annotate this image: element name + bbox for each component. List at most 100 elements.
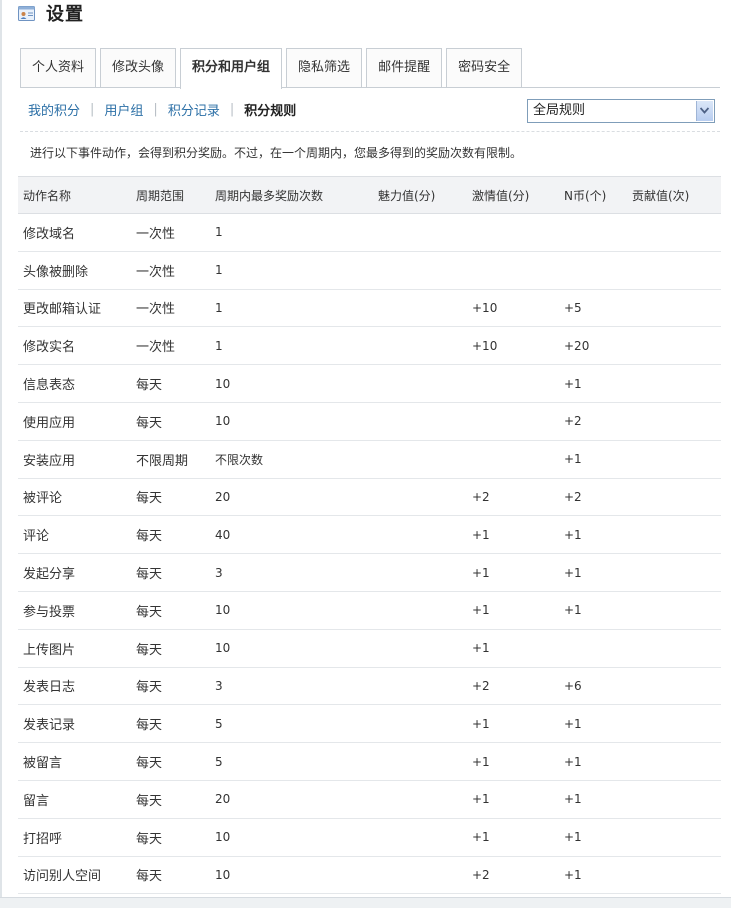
page-header: 设置 — [18, 0, 84, 26]
cell-passion: +1 — [472, 603, 490, 618]
table-row: 修改域名 一次性 1 — [18, 214, 721, 252]
cell-n-coins: +1 — [564, 716, 582, 731]
cell-n-coins: +20 — [564, 338, 590, 353]
cell-cycle: 每天 — [136, 793, 163, 809]
cell-n-coins: +6 — [564, 678, 582, 693]
sub-navigation: 我的积分 | 用户组 | 积分记录 | 积分规则 — [28, 99, 296, 119]
chevron-down-icon[interactable] — [696, 101, 713, 121]
cell-cycle: 每天 — [136, 604, 163, 620]
profile-card-icon — [18, 5, 35, 21]
col-n-coins: N币(个) — [564, 188, 607, 203]
cell-action-name: 信息表态 — [23, 378, 76, 394]
cell-cycle: 不限周期 — [136, 453, 189, 469]
table-row: 打招呼 每天 10 +1 +1 — [18, 819, 721, 857]
cell-passion: +1 — [472, 716, 490, 731]
cell-passion: +1 — [472, 641, 490, 656]
cell-cycle: 每天 — [136, 378, 163, 394]
cell-action-name: 头像被删除 — [23, 264, 89, 280]
subnav-credit-rules[interactable]: 积分规则 — [244, 100, 296, 119]
tab-profile[interactable]: 个人资料 — [20, 48, 97, 87]
table-row: 修改实名 一次性 1 +10 +20 — [18, 327, 721, 366]
subnav-credit-log[interactable]: 积分记录 — [168, 100, 220, 119]
cell-max-rewards: 20 — [215, 489, 231, 504]
cell-max-rewards: 1 — [215, 225, 223, 240]
tabs-baseline — [20, 87, 720, 88]
cell-max-rewards: 不限次数 — [215, 452, 264, 467]
tab-privacy[interactable]: 隐私筛选 — [286, 48, 363, 87]
cell-passion: +10 — [472, 338, 498, 353]
cell-max-rewards: 20 — [215, 792, 231, 807]
cell-action-name: 更改邮箱认证 — [23, 302, 102, 318]
cell-max-rewards: 1 — [215, 338, 223, 353]
cell-action-name: 修改域名 — [23, 226, 76, 242]
cell-cycle: 每天 — [136, 869, 163, 885]
cell-action-name: 被评论 — [23, 491, 63, 507]
col-max-rewards: 周期内最多奖励次数 — [215, 188, 324, 203]
cell-cycle: 每天 — [136, 680, 163, 696]
tab-password[interactable]: 密码安全 — [446, 48, 523, 87]
tab-email-notify[interactable]: 邮件提醒 — [366, 48, 443, 87]
tab-avatar[interactable]: 修改头像 — [100, 48, 177, 87]
table-row: 安装应用 不限周期 不限次数 +1 — [18, 441, 721, 479]
tab-credits-usergroup[interactable]: 积分和用户组 — [180, 48, 283, 89]
cell-n-coins: +1 — [564, 565, 582, 580]
cell-action-name: 留言 — [23, 793, 50, 809]
intro-text: 进行以下事件动作，会得到积分奖励。不过，在一个周期内，您最多得到的奖励次数有限制… — [30, 146, 523, 160]
cell-passion: +1 — [472, 565, 490, 580]
cell-cycle: 一次性 — [136, 226, 176, 242]
cell-max-rewards: 5 — [215, 716, 223, 731]
cell-cycle: 每天 — [136, 831, 163, 847]
cell-cycle: 每天 — [136, 756, 163, 772]
rule-scope-value: 全局规则 — [533, 103, 586, 118]
cell-max-rewards: 10 — [215, 603, 231, 618]
page-title: 设置 — [46, 4, 84, 25]
table-row: 留言 每天 20 +1 +1 — [18, 781, 721, 819]
cell-action-name: 使用应用 — [23, 415, 76, 431]
cell-n-coins: +1 — [564, 867, 582, 882]
cell-action-name: 访问别人空间 — [23, 869, 102, 885]
cell-action-name: 参与投票 — [23, 604, 76, 620]
cell-cycle: 一次性 — [136, 340, 176, 356]
cell-cycle: 每天 — [136, 718, 163, 734]
col-cycle: 周期范围 — [136, 188, 185, 203]
cell-action-name: 发起分享 — [23, 567, 76, 583]
table-row: 发表记录 每天 5 +1 +1 — [18, 705, 721, 744]
table-row: 被留言 每天 5 +1 +1 — [18, 743, 721, 781]
cell-action-name: 安装应用 — [23, 453, 76, 469]
cell-n-coins: +1 — [564, 527, 582, 542]
table-row: 发起分享 每天 3 +1 +1 — [18, 554, 721, 592]
table-row: 参与投票 每天 10 +1 +1 — [18, 592, 721, 630]
subnav-my-credits[interactable]: 我的积分 — [28, 100, 80, 119]
cell-action-name: 发表日志 — [23, 680, 76, 696]
cell-passion: +2 — [472, 678, 490, 693]
cell-max-rewards: 40 — [215, 527, 231, 542]
cell-max-rewards: 10 — [215, 414, 231, 429]
table-row: 访问别人空间 每天 10 +2 +1 — [18, 857, 721, 895]
cell-cycle: 每天 — [136, 491, 163, 507]
cell-n-coins: +1 — [564, 792, 582, 807]
col-passion: 激情值(分) — [472, 188, 530, 203]
rule-scope-select[interactable]: 全局规则 — [527, 99, 715, 123]
cell-max-rewards: 5 — [215, 754, 223, 769]
cell-action-name: 评论 — [23, 529, 50, 545]
left-border — [0, 0, 2, 907]
subnav-separator: | — [229, 101, 235, 117]
cell-max-rewards: 1 — [215, 263, 223, 278]
cell-n-coins: +2 — [564, 414, 582, 429]
cell-passion: +1 — [472, 792, 490, 807]
cell-cycle: 一次性 — [136, 264, 176, 280]
table-row: 上传图片 每天 10 +1 — [18, 630, 721, 668]
cell-max-rewards: 10 — [215, 867, 231, 882]
credit-rules-table: 动作名称 周期范围 周期内最多奖励次数 魅力值(分) 激情值(分) N币(个) … — [18, 176, 721, 895]
subnav-usergroup[interactable]: 用户组 — [104, 100, 143, 119]
table-row: 更改邮箱认证 一次性 1 +10 +5 — [18, 290, 721, 328]
cell-max-rewards: 10 — [215, 376, 231, 391]
col-charm: 魅力值(分) — [378, 188, 436, 203]
cell-cycle: 每天 — [136, 642, 163, 658]
subnav-separator: | — [153, 101, 158, 117]
cell-n-coins: +5 — [564, 300, 582, 315]
table-row: 发表日志 每天 3 +2 +6 — [18, 668, 721, 706]
table-header: 动作名称 周期范围 周期内最多奖励次数 魅力值(分) 激情值(分) N币(个) … — [18, 176, 721, 214]
cell-max-rewards: 3 — [215, 678, 223, 693]
cell-max-rewards: 10 — [215, 641, 231, 656]
